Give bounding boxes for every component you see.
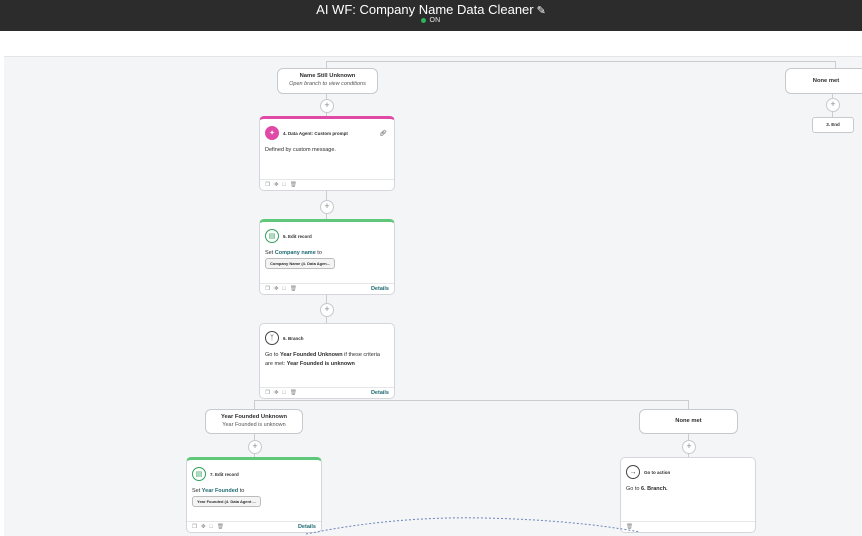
clone-icon[interactable]: □ <box>210 524 213 530</box>
copy-icon[interactable]: ❐ <box>265 390 270 396</box>
delete-icon[interactable]: 🗑︎ <box>290 182 297 188</box>
add-step-button[interactable]: + <box>320 99 334 113</box>
to-label: to <box>239 488 245 494</box>
details-link[interactable]: Details <box>371 390 389 396</box>
delete-icon[interactable]: 🗑︎ <box>217 524 224 530</box>
add-step-button[interactable]: + <box>320 200 334 214</box>
goto-target: 6. Branch. <box>640 486 668 492</box>
card-title: 4. Data Agent: Custom prompt <box>283 130 348 136</box>
go-to-label: Go to <box>265 352 279 358</box>
branch-icon: ᛉ <box>265 331 279 345</box>
card-title: 6. Branch <box>283 335 304 341</box>
branch-title: None met <box>675 418 702 424</box>
workflow-canvas[interactable]: Name Still Unknown Open branch to view c… <box>4 56 862 536</box>
record-icon: ▤ <box>265 229 279 243</box>
set-label: Set <box>192 488 201 494</box>
copy-icon[interactable]: ❐ <box>192 524 197 530</box>
criteria-value: Year Founded is unknown <box>286 361 355 367</box>
branch-year-founded-unknown[interactable]: Year Founded Unknown Year Founded is unk… <box>205 409 303 434</box>
branch-step-card[interactable]: ᛉ 6. Branch Go to Year Founded Unknown i… <box>259 323 395 399</box>
delete-icon[interactable]: 🗑︎ <box>290 390 297 396</box>
card-toolbar: ❐ ✥ □ 🗑︎ Details <box>260 387 394 398</box>
status-dot-icon <box>421 17 427 23</box>
card-toolbar: ❐ ✥ □ 🗑︎ Details <box>260 283 394 294</box>
add-step-button[interactable]: + <box>248 440 262 454</box>
end-step[interactable]: 3. End <box>812 117 854 133</box>
card-title: 5. Edit record <box>283 233 312 239</box>
card-title: 7. Edit record <box>210 471 239 477</box>
data-agent-step-card[interactable]: ✦ 4. Data Agent: Custom prompt 🔗︎ Define… <box>259 116 395 191</box>
branch-none-met-top[interactable]: None met <box>785 68 862 94</box>
value-chip[interactable]: Year Founded (4. Data Agent ... <box>192 496 261 507</box>
edit-record-step-card[interactable]: ▤ 7. Edit record Set Year Founded to Yea… <box>186 457 322 533</box>
card-toolbar: ❐ ✥ □ 🗑︎ Details <box>187 521 321 532</box>
edit-record-step-card[interactable]: ▤ 5. Edit record Set Company name to Com… <box>259 219 395 295</box>
pencil-icon[interactable]: ✎ <box>537 5 546 17</box>
value-chip[interactable]: Company Name (4. Data Agen... <box>265 258 336 269</box>
workflow-status[interactable]: ON <box>0 17 862 24</box>
arrow-right-icon: → <box>626 465 640 479</box>
to-label: to <box>317 250 322 256</box>
copy-icon[interactable]: ❐ <box>265 182 270 188</box>
branch-target: Year Founded Unknown <box>279 352 343 358</box>
card-title: Go to action <box>644 469 671 475</box>
branch-none-met-bottom[interactable]: None met <box>639 409 738 434</box>
branch-title: None met <box>812 78 840 84</box>
add-step-button[interactable]: + <box>320 303 334 317</box>
move-icon[interactable]: ✥ <box>201 524 206 530</box>
field-name: Company name <box>274 250 316 256</box>
move-icon[interactable]: ✥ <box>274 390 279 396</box>
card-body: Defined by custom message. <box>265 147 336 153</box>
clone-icon[interactable]: □ <box>283 286 286 292</box>
go-to-loop-connector <box>305 517 641 535</box>
delete-icon[interactable]: 🗑︎ <box>290 286 297 292</box>
clone-icon[interactable]: □ <box>283 182 286 188</box>
field-name: Year Founded <box>201 488 239 494</box>
end-step-label: 3. End <box>826 122 840 127</box>
add-step-button[interactable]: + <box>826 98 840 112</box>
link-icon[interactable]: 🔗︎ <box>379 130 387 137</box>
card-toolbar: ❐ ✥ □ 🗑︎ <box>260 179 394 190</box>
sparkle-icon: ✦ <box>265 126 279 140</box>
go-to-label: Go to <box>626 486 640 492</box>
branch-subtitle: Open branch to view conditions <box>289 81 366 87</box>
branch-title: Year Founded Unknown <box>220 414 288 420</box>
set-label: Set <box>265 250 274 256</box>
status-label: ON <box>429 17 441 24</box>
add-step-button[interactable]: + <box>682 440 696 454</box>
move-icon[interactable]: ✥ <box>274 182 279 188</box>
copy-icon[interactable]: ❐ <box>265 286 270 292</box>
branch-name-still-unknown[interactable]: Name Still Unknown Open branch to view c… <box>277 68 378 94</box>
branch-title: Name Still Unknown <box>299 73 356 79</box>
connector <box>326 61 835 62</box>
clone-icon[interactable]: □ <box>283 390 286 396</box>
move-icon[interactable]: ✥ <box>274 286 279 292</box>
workflow-header: AI WF: Company Name Data Cleaner ✎ ON <box>0 0 862 31</box>
workflow-title[interactable]: AI WF: Company Name Data Cleaner <box>316 2 533 17</box>
record-icon: ▤ <box>192 467 206 481</box>
branch-subtitle: Year Founded is unknown <box>222 422 286 428</box>
connector <box>254 400 688 401</box>
details-link[interactable]: Details <box>371 286 389 292</box>
